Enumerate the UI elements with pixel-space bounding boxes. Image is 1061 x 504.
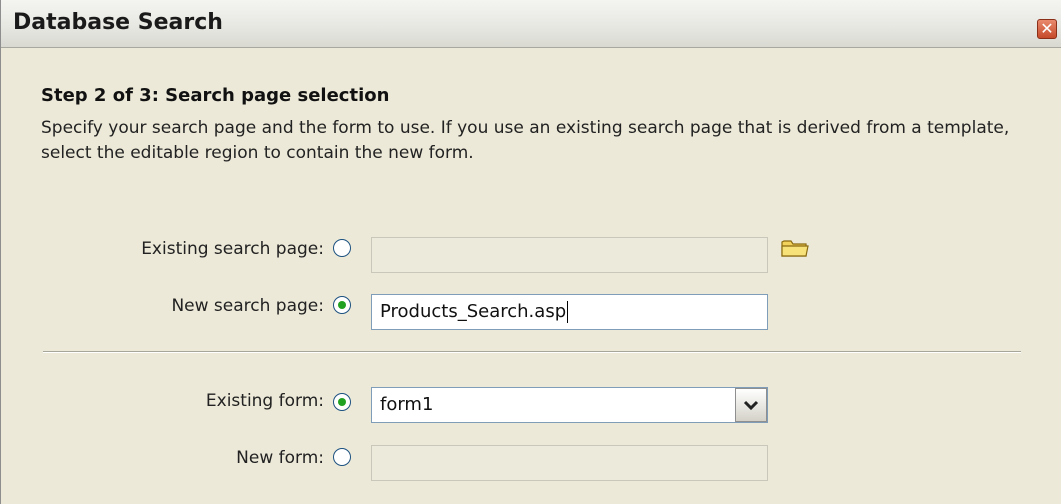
step-title: Step 2 of 3: Search page selection [41, 85, 390, 106]
existing-form-radio[interactable] [333, 393, 351, 411]
title-bar[interactable]: Database Search ✕ [1, 0, 1061, 48]
database-search-dialog: Database Search ✕ Step 2 of 3: Search pa… [0, 0, 1061, 504]
new-form-radio[interactable] [333, 448, 351, 466]
existing-form-label: Existing form: [205, 391, 324, 411]
new-search-page-label: New search page: [171, 296, 324, 316]
new-form-field[interactable] [371, 445, 768, 481]
folder-icon[interactable] [781, 238, 809, 258]
text-caret [567, 301, 569, 323]
close-button[interactable]: ✕ [1037, 19, 1057, 39]
chevron-down-icon [743, 400, 759, 411]
new-search-page-radio[interactable] [333, 296, 351, 314]
new-form-label: New form: [236, 448, 324, 468]
existing-form-value: form1 [380, 394, 434, 415]
divider [43, 351, 1021, 353]
window-title: Database Search [13, 10, 223, 35]
existing-search-page-radio[interactable] [333, 239, 351, 257]
existing-search-page-field[interactable] [371, 237, 768, 273]
new-search-page-value: Products_Search.asp [380, 301, 567, 322]
new-search-page-field[interactable]: Products_Search.asp [371, 294, 768, 330]
existing-form-select[interactable]: form1 [371, 387, 768, 423]
existing-form-dropdown-button[interactable] [735, 388, 767, 422]
existing-search-page-label: Existing search page: [141, 239, 324, 259]
close-icon: ✕ [1040, 19, 1054, 38]
step-description: Specify your search page and the form to… [41, 118, 1010, 163]
